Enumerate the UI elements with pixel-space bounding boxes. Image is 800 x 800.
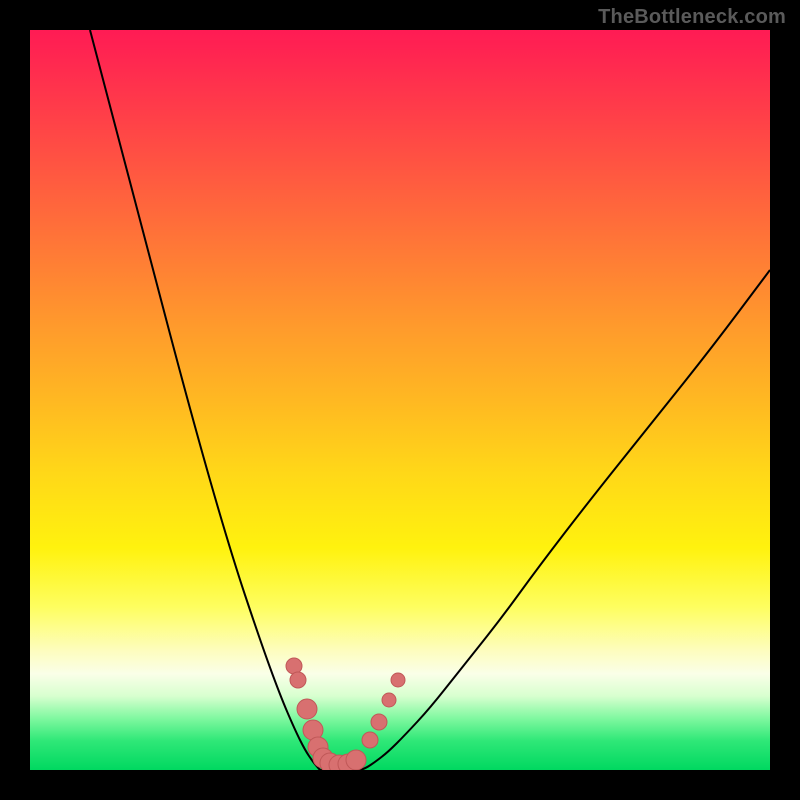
curve-right-branch: [360, 270, 770, 770]
marker-dot: [382, 693, 396, 707]
marker-dot: [391, 673, 405, 687]
marker-dot: [371, 714, 387, 730]
watermark-text: TheBottleneck.com: [598, 6, 786, 29]
marker-dot: [286, 658, 302, 674]
chart-overlay: [30, 30, 770, 770]
curve-left-branch: [90, 30, 320, 770]
marker-dot: [297, 699, 317, 719]
marker-dot: [346, 750, 366, 770]
marker-dot: [362, 732, 378, 748]
marker-dot: [290, 672, 306, 688]
